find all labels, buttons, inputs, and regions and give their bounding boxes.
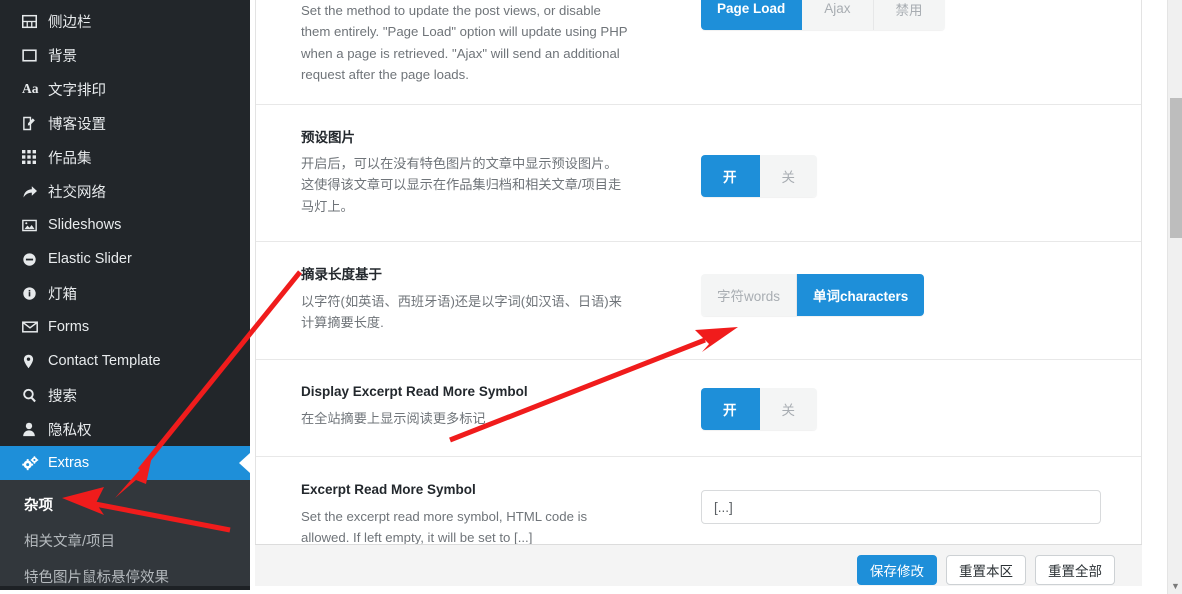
submenu-item-misc[interactable]: 杂项 <box>0 486 250 522</box>
sidebar-item-typography[interactable]: Aa 文字排印 <box>0 72 250 106</box>
sidebar-item-background[interactable]: 背景 <box>0 38 250 72</box>
sidebar-item-label: 搜索 <box>48 388 77 405</box>
sidebar-item-sidebar[interactable]: 侧边栏 <box>0 4 250 38</box>
button-group-excerpt-length-basis: 字符words 单词characters <box>701 274 925 317</box>
section-display-excerpt-read-more-symbol: Display Excerpt Read More Symbol 在全站摘要上显… <box>256 360 1141 458</box>
button-group-display-read-more: 开 关 <box>701 388 817 431</box>
sidebar-item-blog-settings[interactable]: 博客设置 <box>0 106 250 140</box>
option-off[interactable]: 关 <box>759 154 817 197</box>
section-title: Display Excerpt Read More Symbol <box>301 384 528 400</box>
sidebar-item-elastic-slider[interactable]: Elastic Slider <box>0 242 250 276</box>
settings-page: 侧边栏 背景 Aa 文字排印 博客设置 作品集 社交网络 Slideshows … <box>0 0 1182 594</box>
section-description: Set the excerpt read more symbol, HTML c… <box>301 509 588 546</box>
option-on[interactable]: 开 <box>701 154 760 197</box>
sidebar-item-label: 博客设置 <box>48 116 106 133</box>
envelope-icon <box>22 320 48 334</box>
section-description: 以字符(如英语、西班牙语)还是以字词(如汉语、日语)来计算摘要长度. <box>301 293 622 331</box>
reset-all-button[interactable]: 重置全部 <box>1035 554 1115 585</box>
typography-aa-icon: Aa <box>22 81 39 97</box>
submenu-item-label: 杂项 <box>24 497 53 514</box>
sidebar-item-portfolio[interactable]: 作品集 <box>0 140 250 174</box>
sidebar-item-label: 侧边栏 <box>48 14 92 31</box>
submenu-item-hover-effects[interactable]: 特色图片鼠标悬停效果 <box>0 558 250 586</box>
sidebar-item-label: Forms <box>48 319 90 335</box>
scroll-down-arrow-icon[interactable]: ▼ <box>1168 582 1182 591</box>
sidebar-item-forms[interactable]: Forms <box>0 310 250 344</box>
settings-sections: Set the method to update the post views,… <box>256 0 1141 579</box>
edit-pencil-icon <box>22 116 48 131</box>
sidebar-item-label: Slideshows <box>48 217 122 233</box>
section-description: Set the method to update the post views,… <box>301 3 628 83</box>
image-picture-icon <box>22 218 48 233</box>
sidebar-item-extras[interactable]: Extras <box>0 446 250 480</box>
section-title: Excerpt Read More Symbol <box>301 482 476 498</box>
option-words-characters[interactable]: 单词characters <box>797 274 925 317</box>
sidebar-item-slideshows[interactable]: Slideshows <box>0 208 250 242</box>
sidebar-item-label: 灯箱 <box>48 286 77 303</box>
submenu-item-label: 特色图片鼠标悬停效果 <box>24 569 169 586</box>
sidebar-item-label: Contact Template <box>48 353 161 369</box>
settings-content-panel: Set the method to update the post views,… <box>255 0 1142 586</box>
button-group-post-views-method: Page Load Ajax 禁用 <box>701 0 945 30</box>
sidebar: 侧边栏 背景 Aa 文字排印 博客设置 作品集 社交网络 Slideshows … <box>0 0 250 586</box>
section-preset-image: 预设图片 开启后，可以在没有特色图片的文章中显示预设图片。这使得该文章可以显示在… <box>256 105 1141 243</box>
gears-icon <box>22 455 48 471</box>
minus-circle-icon <box>22 252 48 267</box>
active-indicator-notch <box>239 453 250 473</box>
map-pin-icon <box>22 354 48 369</box>
option-ajax[interactable]: Ajax <box>802 0 874 30</box>
background-square-icon <box>22 48 48 63</box>
sidebar-item-label: 文字排印 <box>48 82 106 99</box>
excerpt-read-more-symbol-input[interactable] <box>701 490 1101 525</box>
option-page-load[interactable]: Page Load <box>701 0 803 30</box>
sidebar-item-social-networks[interactable]: 社交网络 <box>0 174 250 208</box>
sidebar-submenu: 杂项 相关文章/项目 特色图片鼠标悬停效果 <box>0 480 250 586</box>
option-characters-words[interactable]: 字符words <box>701 274 798 317</box>
grid-portfolio-icon <box>22 150 48 164</box>
sidebar-item-contact-template[interactable]: Contact Template <box>0 344 250 378</box>
sidebar-item-label: Elastic Slider <box>48 251 132 267</box>
info-circle-icon <box>22 286 48 301</box>
page-scrollbar[interactable]: ▼ <box>1167 0 1182 594</box>
option-on[interactable]: 开 <box>701 388 760 431</box>
section-post-views-method: Set the method to update the post views,… <box>256 0 1141 105</box>
section-description: 在全站摘要上显示阅读更多标记 <box>301 411 486 427</box>
sidebar-item-label: 隐私权 <box>48 422 92 439</box>
sidebar-item-lightbox[interactable]: 灯箱 <box>0 276 250 310</box>
section-title: 摘录长度基于 <box>301 267 382 283</box>
sidebar-layout-icon <box>22 14 48 29</box>
save-changes-button[interactable]: 保存修改 <box>857 554 937 585</box>
submenu-item-label: 相关文章/项目 <box>24 533 116 550</box>
scrollbar-thumb[interactable] <box>1170 98 1182 238</box>
search-icon <box>22 388 48 403</box>
submenu-item-related-posts[interactable]: 相关文章/项目 <box>0 522 250 558</box>
sidebar-item-search[interactable]: 搜索 <box>0 378 250 412</box>
sidebar-item-privacy[interactable]: 隐私权 <box>0 412 250 446</box>
share-arrow-icon <box>22 184 48 199</box>
option-disable[interactable]: 禁用 <box>873 0 945 30</box>
user-icon <box>22 422 48 437</box>
bottom-strip <box>0 586 1167 594</box>
sidebar-item-label: Extras <box>48 455 90 471</box>
section-excerpt-length-basis: 摘录长度基于 以字符(如英语、西班牙语)还是以字词(如汉语、日语)来计算摘要长度… <box>256 242 1141 361</box>
section-description: 开启后，可以在没有特色图片的文章中显示预设图片。这使得该文章可以显示在作品集归档… <box>301 156 622 214</box>
option-off[interactable]: 关 <box>759 388 817 431</box>
button-group-preset-image: 开 关 <box>701 154 817 197</box>
sidebar-item-label: 社交网络 <box>48 184 106 201</box>
reset-section-button[interactable]: 重置本区 <box>946 554 1026 585</box>
sidebar-item-label: 作品集 <box>48 150 92 167</box>
sidebar-bottom-edge <box>0 586 250 590</box>
section-title: 预设图片 <box>301 129 355 145</box>
sidebar-item-label: 背景 <box>48 48 77 65</box>
